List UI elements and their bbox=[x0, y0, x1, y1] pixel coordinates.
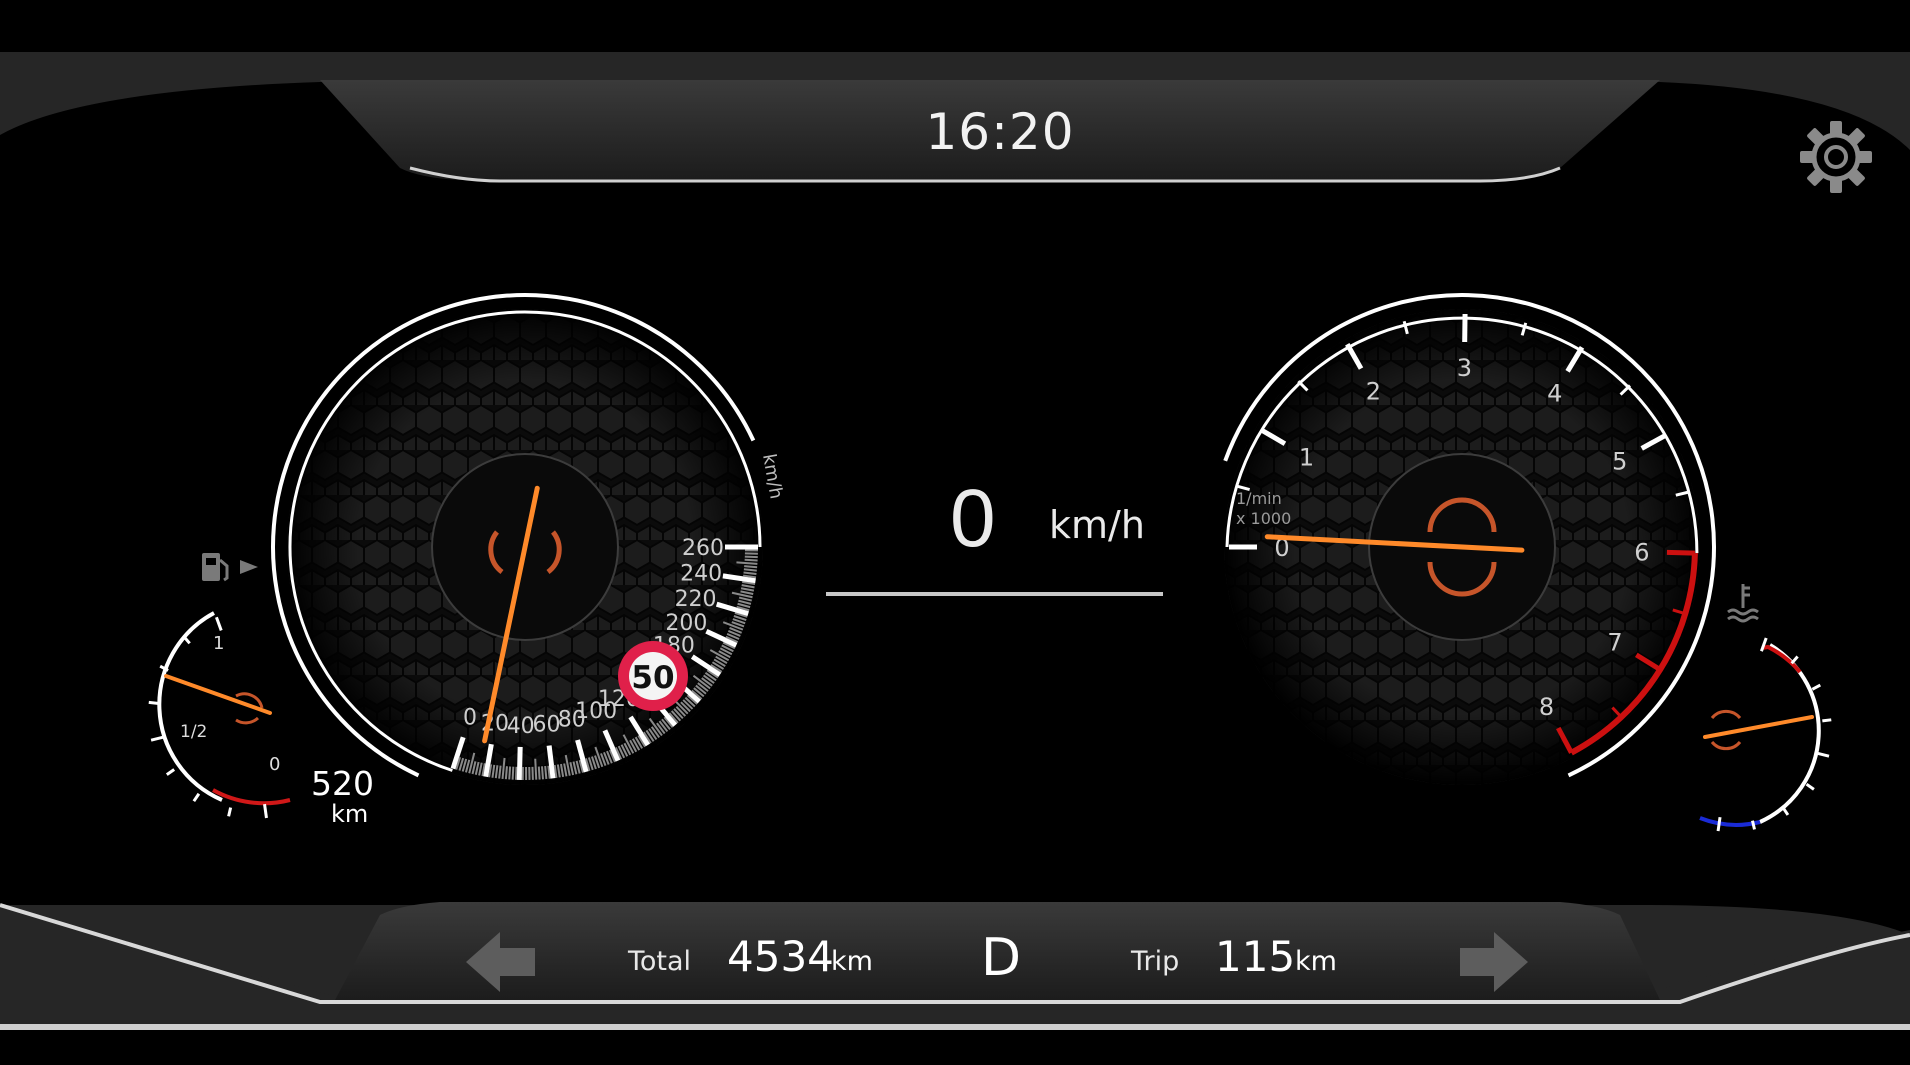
speed-limit-value: 50 bbox=[631, 660, 674, 696]
speedometer-tick bbox=[537, 766, 541, 780]
tachometer-tick-label: 4 bbox=[1547, 380, 1562, 408]
odometer-total-value: 4534 bbox=[727, 932, 834, 981]
fuel-label-empty: 0 bbox=[269, 754, 280, 775]
temp-gauge-tick bbox=[1716, 816, 1722, 832]
tachometer-tick-label: 3 bbox=[1457, 354, 1472, 382]
odometer-total-unit: km bbox=[831, 946, 873, 977]
tachometer-tick bbox=[1666, 549, 1695, 556]
fuel-range-value: 520 bbox=[311, 764, 374, 803]
speedometer-tick bbox=[504, 766, 508, 780]
speedometer-tick bbox=[540, 766, 544, 780]
tachometer-unit-line1: 1/min bbox=[1236, 489, 1282, 508]
odometer-total-label: Total bbox=[628, 946, 692, 977]
trip-unit: km bbox=[1295, 946, 1337, 977]
speedometer-tick-label: 240 bbox=[680, 562, 722, 587]
tachometer-tick-label: 7 bbox=[1607, 629, 1622, 657]
speedometer-tick bbox=[534, 758, 538, 780]
speedometer-tick bbox=[744, 555, 758, 559]
trip-value: 115 bbox=[1215, 932, 1296, 981]
speedometer-tick-label: 60 bbox=[532, 713, 560, 738]
next-page-button[interactable] bbox=[1455, 930, 1533, 994]
previous-page-button[interactable] bbox=[462, 930, 540, 994]
speedometer-tick bbox=[514, 766, 518, 780]
speedometer-tick bbox=[516, 746, 523, 780]
fuel-range-unit: km bbox=[331, 800, 369, 828]
tachometer-tick-label: 6 bbox=[1634, 539, 1649, 567]
speedometer-tick-label: 200 bbox=[665, 611, 707, 636]
digital-speed-unit: km/h bbox=[1049, 503, 1145, 547]
speedometer-tick bbox=[744, 565, 758, 569]
speedometer-tick bbox=[508, 766, 512, 780]
speedometer-tick bbox=[544, 765, 548, 780]
temp-gauge-tick bbox=[1751, 820, 1756, 830]
speedometer-tick-label: 260 bbox=[682, 536, 724, 561]
tachometer-tick-label: 1 bbox=[1299, 443, 1314, 471]
speedometer-tick bbox=[511, 766, 515, 780]
speedometer-tick-label: 0 bbox=[463, 705, 477, 730]
gear-indicator: D bbox=[981, 928, 1022, 988]
temp-gauge-tick bbox=[1822, 718, 1832, 723]
clock: 16:20 bbox=[925, 103, 1075, 161]
fuel-gauge-tick bbox=[227, 807, 233, 817]
tachometer-tick-label: 5 bbox=[1612, 447, 1627, 475]
fuel-label-full: 1 bbox=[213, 633, 224, 654]
speedometer-tick bbox=[743, 568, 757, 572]
fuel-gauge-tick bbox=[148, 700, 158, 705]
tachometer-unit-line2: x 1000 bbox=[1236, 509, 1291, 528]
speed-limit-sign: 50 bbox=[618, 641, 688, 711]
speedometer-tick-label: 40 bbox=[507, 714, 535, 739]
speedometer-tick-label: 220 bbox=[675, 587, 717, 612]
trip-label: Trip bbox=[1131, 946, 1180, 977]
settings-button[interactable] bbox=[1803, 124, 1869, 190]
fuel-gauge-tick bbox=[263, 803, 268, 819]
digital-speed-value: 0 bbox=[950, 473, 996, 564]
tachometer-tick-label: 8 bbox=[1539, 693, 1554, 721]
tachometer-tick-label: 2 bbox=[1366, 377, 1381, 405]
fuel-label-half: 1/2 bbox=[180, 722, 207, 742]
speedometer-tick bbox=[744, 558, 758, 562]
